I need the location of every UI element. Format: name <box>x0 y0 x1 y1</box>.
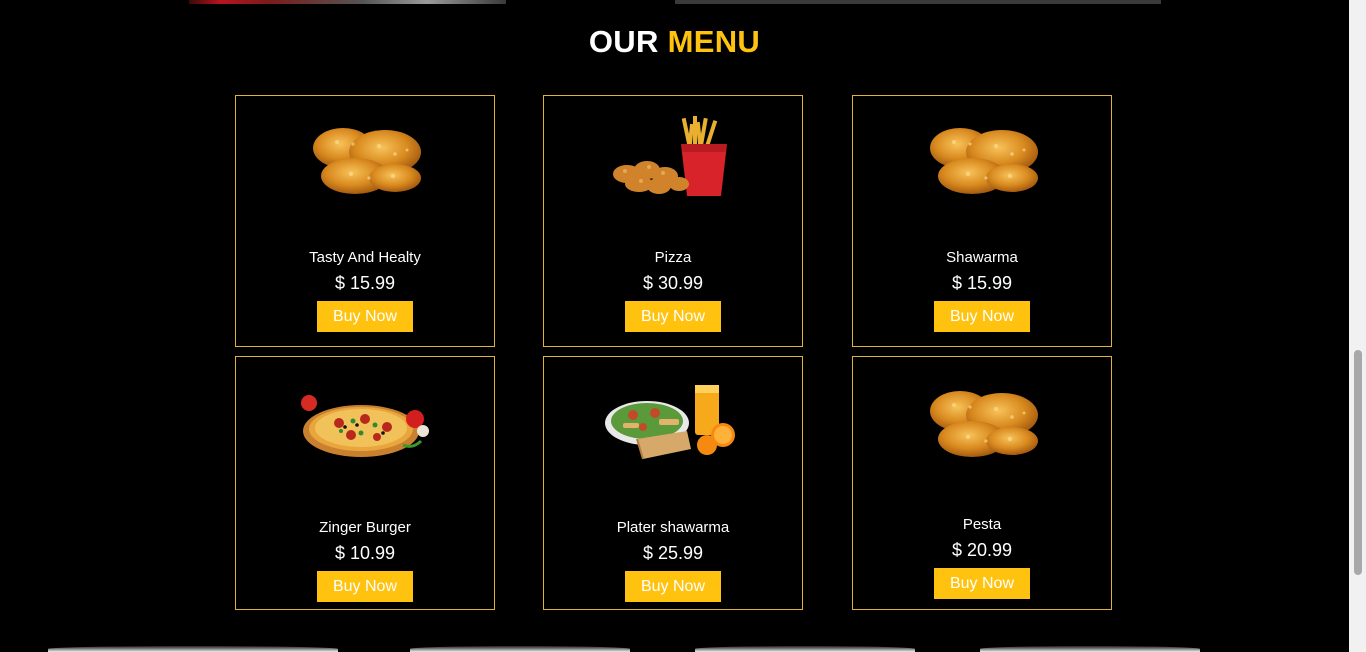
item-name: Zinger Burger <box>319 519 411 536</box>
fried-chicken-image <box>313 128 421 194</box>
item-price: $ 20.99 <box>951 540 1013 560</box>
title-word-our: OUR <box>588 24 659 59</box>
item-price: $ 15.99 <box>951 273 1013 293</box>
fried-chicken-image <box>930 391 1038 457</box>
pizza-image <box>301 395 429 457</box>
title-word-menu: MENU <box>667 24 761 59</box>
shawarma-platter-image <box>605 385 735 460</box>
item-name: Shawarma <box>946 249 1018 266</box>
menu-card: Pizza $ 30.99 Buy Now <box>543 95 803 347</box>
next-section-image-edge <box>695 646 915 652</box>
next-section-image-edge <box>48 646 338 652</box>
buy-now-button[interactable]: Buy Now <box>625 301 721 332</box>
buy-now-button[interactable]: Buy Now <box>625 571 721 602</box>
item-name: Tasty And Healty <box>309 249 421 266</box>
menu-card: Plater shawarma $ 25.99 Buy Now <box>543 356 803 610</box>
item-price: $ 30.99 <box>642 273 704 293</box>
item-price: $ 10.99 <box>334 543 396 563</box>
item-name: Pizza <box>654 249 692 266</box>
menu-card: Shawarma $ 15.99 Buy Now <box>852 95 1112 347</box>
section-title: OUR MENU <box>0 24 1349 60</box>
scrollbar-thumb[interactable] <box>1354 350 1362 575</box>
item-price: $ 25.99 <box>642 543 704 563</box>
menu-card: Tasty And Healty $ 15.99 Buy Now <box>235 95 495 347</box>
vertical-scrollbar[interactable] <box>1349 0 1366 652</box>
buy-now-button[interactable]: Buy Now <box>317 301 413 332</box>
buy-now-button[interactable]: Buy Now <box>934 301 1030 332</box>
menu-card: Zinger Burger $ 10.99 Buy Now <box>235 356 495 610</box>
item-price: $ 15.99 <box>334 273 396 293</box>
menu-card: Pesta $ 20.99 Buy Now <box>852 356 1112 610</box>
item-name: Plater shawarma <box>616 519 730 536</box>
buy-now-button[interactable]: Buy Now <box>317 571 413 602</box>
previous-section-panel-edge <box>675 0 1161 4</box>
previous-section-image-edge <box>189 0 506 4</box>
nuggets-fries-image <box>613 116 727 196</box>
item-name: Pesta <box>962 516 1002 533</box>
buy-now-button[interactable]: Buy Now <box>934 568 1030 599</box>
page: OUR MENU Tasty And Healty $ 15.99 Buy No… <box>0 0 1366 652</box>
next-section-image-edge <box>410 646 630 652</box>
next-section-image-edge <box>980 646 1200 652</box>
fried-chicken-image <box>930 128 1038 194</box>
